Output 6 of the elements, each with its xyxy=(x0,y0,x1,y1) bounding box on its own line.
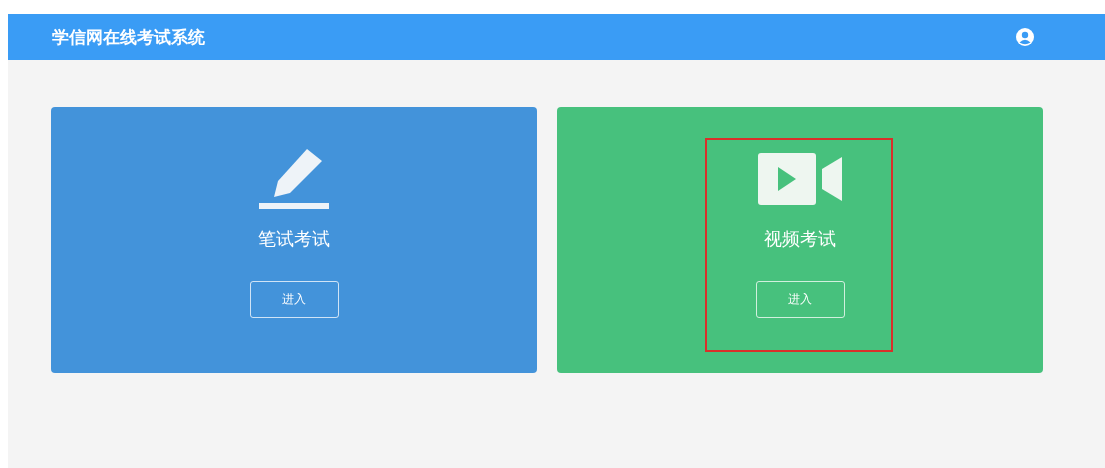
enter-button[interactable]: 进入 xyxy=(249,281,339,318)
app-title: 学信网在线考试系统 xyxy=(52,25,205,49)
user-icon[interactable] xyxy=(1015,27,1035,47)
enter-button[interactable]: 进入 xyxy=(755,281,845,318)
card-title: 视频考试 xyxy=(764,227,836,251)
card-title: 笔试考试 xyxy=(258,227,330,251)
